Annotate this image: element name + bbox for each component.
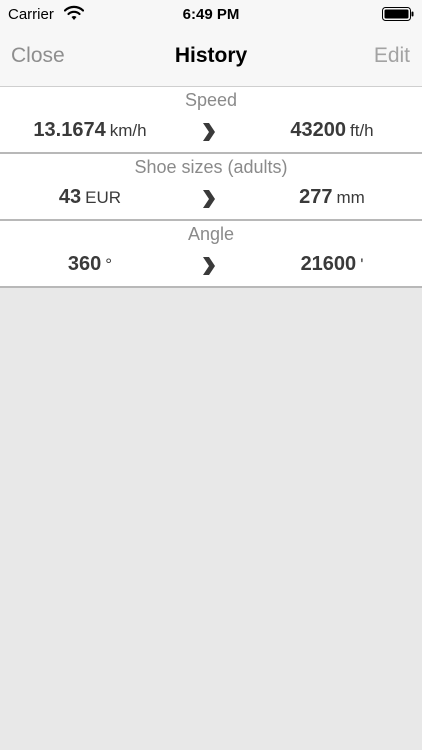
from-value: 13.1674 <box>33 119 106 141</box>
history-row-speed[interactable]: Speed 13.1674 km/h 43200 ft/h <box>0 87 422 154</box>
from-unit: ° <box>105 255 113 274</box>
chevron-right-icon <box>203 123 215 141</box>
conversion-line: 13.1674 km/h 43200 ft/h <box>0 119 422 145</box>
conversion-to: 21600 ' <box>242 253 422 276</box>
conversion-from: 13.1674 km/h <box>0 119 180 142</box>
conversion-from: 360 ° <box>0 253 180 276</box>
to-unit: mm <box>336 188 365 207</box>
conversion-line: 43 EUR 277 mm <box>0 186 422 212</box>
history-category: Angle <box>187 224 235 244</box>
conversion-to: 43200 ft/h <box>242 119 422 142</box>
history-row-angle[interactable]: Angle 360 ° 21600 ' <box>0 221 422 288</box>
page-title: History <box>174 44 248 67</box>
to-unit: ' <box>360 255 364 274</box>
status-bar: Carrier 6:49 PM <box>0 0 422 30</box>
to-value: 43200 <box>290 119 346 141</box>
conversion-from: 43 EUR <box>0 186 180 209</box>
from-unit: km/h <box>109 121 147 140</box>
history-list: Speed 13.1674 km/h 43200 ft/h Shoe sizes (… <box>0 87 422 288</box>
to-unit: ft/h <box>350 121 374 140</box>
battery-icon <box>382 7 414 21</box>
from-value: 360 <box>67 253 102 275</box>
conversion-to: 277 mm <box>242 186 422 209</box>
chevron-right-icon <box>203 257 215 275</box>
from-unit: EUR <box>85 188 122 207</box>
from-value: 43 <box>58 186 82 208</box>
conversion-line: 360 ° 21600 ' <box>0 253 422 279</box>
status-time: 6:49 PM <box>182 6 240 23</box>
to-value: 21600 <box>300 253 357 275</box>
chevron-right-icon <box>203 190 215 208</box>
navigation-bar: Close History Edit <box>0 30 422 87</box>
to-value: 277 <box>299 186 333 208</box>
history-category: Shoe sizes (adults) <box>134 157 288 177</box>
history-row-shoe-sizes[interactable]: Shoe sizes (adults) 43 EUR 277 mm <box>0 154 422 221</box>
edit-button[interactable]: Edit <box>374 44 410 68</box>
history-category: Speed <box>184 90 238 110</box>
